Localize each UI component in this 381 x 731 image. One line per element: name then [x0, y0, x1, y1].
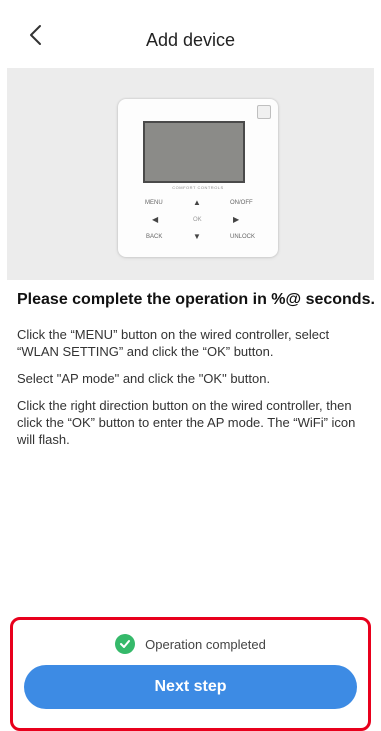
instruction-step: Select "AP mode" and click the "OK" butt… — [17, 371, 271, 386]
completion-panel: Operation completed Next step — [10, 617, 371, 731]
header: Add device — [0, 0, 381, 68]
page-title: Add device — [145, 30, 236, 50]
instruction-step: Click the right direction button on the … — [17, 398, 356, 447]
check-circle-icon — [115, 634, 136, 654]
left-arrow-icon: ◀ — [152, 215, 159, 224]
down-arrow-icon: ▼ — [193, 232, 201, 241]
instruction-step: Click the “MENU” button on the wired con… — [17, 327, 330, 359]
controller-ok-label: OK — [193, 217, 202, 223]
controller-brand: COMFORT CONTROLS — [172, 185, 224, 190]
next-step-button[interactable]: Next step — [24, 665, 357, 709]
instruction-heading: Please complete the operation in %@ seco… — [17, 291, 375, 308]
wired-controller-image: COMFORT CONTROLS MENU ▲ ON/OFF ◀ OK ▶ BA… — [118, 99, 278, 257]
device-illustration: COMFORT CONTROLS MENU ▲ ON/OFF ◀ OK ▶ BA… — [7, 68, 374, 280]
controller-back-label: BACK — [146, 234, 163, 240]
controller-screen — [143, 121, 245, 183]
status-text: Operation completed — [145, 636, 266, 652]
controller-unlock-label: UNLOCK — [230, 234, 256, 240]
instructions: Please complete the operation in %@ seco… — [17, 290, 375, 458]
controller-menu-label: MENU — [145, 200, 163, 206]
sensor-window — [257, 105, 271, 119]
right-arrow-icon: ▶ — [233, 215, 240, 224]
controller-onoff-label: ON/OFF — [230, 200, 253, 206]
completion-status: Operation completed — [13, 633, 368, 655]
up-arrow-icon: ▲ — [193, 198, 201, 207]
